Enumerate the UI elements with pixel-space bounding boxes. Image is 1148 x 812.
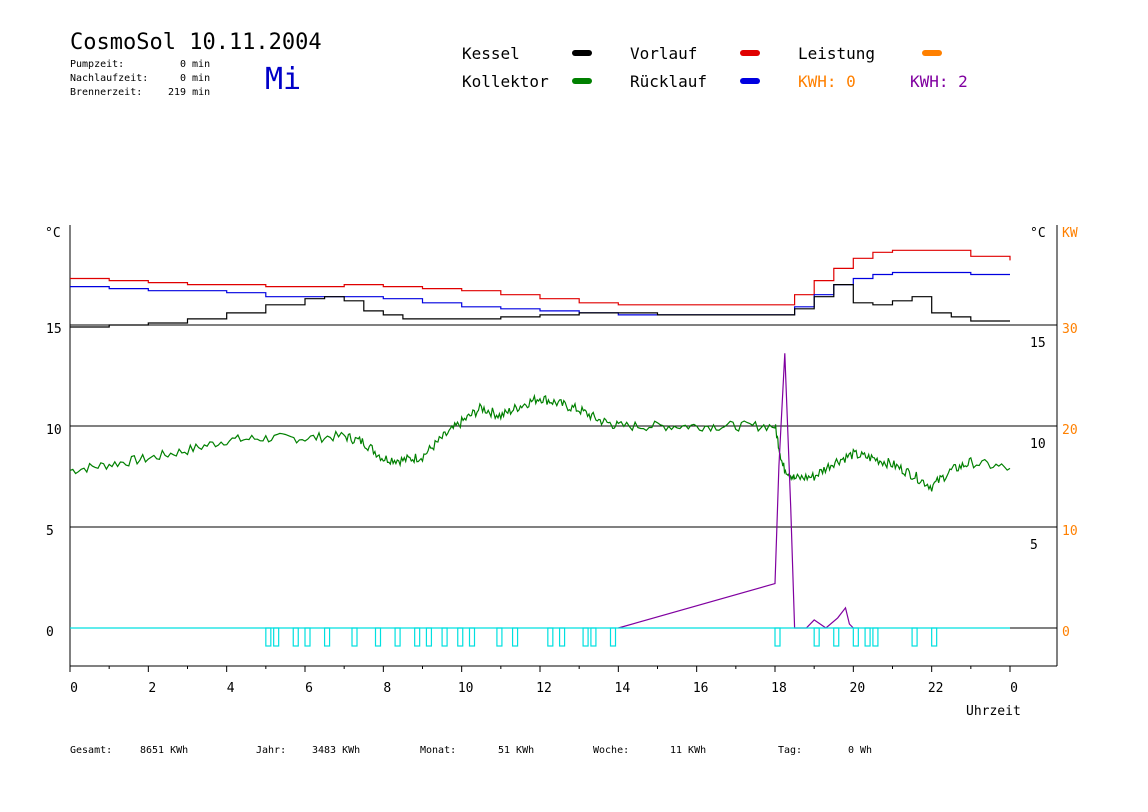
pump-pulse <box>511 627 519 647</box>
pump-pulse <box>273 627 280 647</box>
pump-pulse <box>374 627 382 647</box>
pump-pulse <box>304 627 311 647</box>
pump-pulse <box>394 627 401 647</box>
pump-pulse <box>833 627 840 647</box>
left-axis-unit: °C <box>45 226 61 241</box>
pump-pulse <box>323 627 331 647</box>
right-temp-tick-label: 15 <box>1030 336 1046 351</box>
x-tick-label: 12 <box>536 681 552 696</box>
pump-pulse <box>496 627 503 647</box>
chart-axes <box>69 225 1058 672</box>
x-tick-label: 0 <box>70 681 78 696</box>
pump-pulse <box>441 627 448 647</box>
pump-pulse <box>292 627 299 647</box>
pump-pulses <box>70 627 1010 647</box>
footer-tag-label: Tag: <box>778 745 803 756</box>
x-tick-label: 20 <box>850 681 866 696</box>
power-tick-label: 0 <box>1062 625 1070 640</box>
right-axis-unit: °C <box>1030 226 1046 241</box>
pump-pulse <box>558 627 566 647</box>
x-tick-label: 2 <box>148 681 156 696</box>
x-tick-label: 14 <box>615 681 631 696</box>
left-tick-label: 10 <box>46 423 62 438</box>
series-vorlauf-line <box>70 249 1011 306</box>
pump-pulse <box>582 627 589 647</box>
pump-pulse <box>872 627 879 647</box>
chart-series <box>69 249 1011 647</box>
x-tick-label: 4 <box>227 681 235 696</box>
pump-pulse <box>911 627 918 647</box>
pump-pulse <box>864 627 871 647</box>
footer-tag-value: 0 Wh <box>848 745 873 756</box>
left-tick-label: 0 <box>46 625 54 640</box>
footer-woche-label: Woche: <box>593 745 630 756</box>
pump-pulse <box>414 627 421 647</box>
x-tick-label: 8 <box>383 681 391 696</box>
x-tick-label: 18 <box>771 681 787 696</box>
x-tick-label: 0 <box>1010 681 1018 696</box>
x-axis-label: Uhrzeit <box>966 704 1021 719</box>
pump-pulse <box>931 627 938 647</box>
pump-pulse <box>468 627 476 647</box>
power-tick-label: 20 <box>1062 423 1078 438</box>
x-tick-label: 22 <box>928 681 944 696</box>
x-tick-label: 6 <box>305 681 313 696</box>
footer-monat-label: Monat: <box>420 745 457 756</box>
pump-pulse <box>609 627 617 647</box>
footer-gesamt-value: 8651 KWh <box>140 745 189 756</box>
series-kwh-line <box>618 353 854 629</box>
chart-labels: 0 2 4 6 8 10 12 14 16 18 20 22 0 Uhrzeit °C 15 10 5 0 °C 15 1… <box>45 226 1078 719</box>
pump-pulse <box>813 627 820 647</box>
x-tick-label: 16 <box>693 681 709 696</box>
pump-pulse <box>852 627 859 647</box>
left-tick-label: 5 <box>46 524 54 539</box>
footer-gesamt-label: Gesamt: <box>70 745 113 756</box>
power-axis-unit: KW <box>1062 226 1078 241</box>
pump-pulse <box>265 627 272 647</box>
footer-monat-value: 51 KWh <box>498 745 535 756</box>
pump-pulse <box>590 627 597 647</box>
footer-jahr-label: Jahr: <box>256 745 287 756</box>
right-temp-tick-label: 5 <box>1030 538 1038 553</box>
pump-pulse <box>457 627 464 647</box>
power-tick-label: 30 <box>1062 322 1078 337</box>
power-tick-label: 10 <box>1062 524 1078 539</box>
pump-pulse <box>425 627 433 647</box>
series-kollektor-line <box>69 393 1011 492</box>
pump-pulse <box>547 627 554 647</box>
footer-woche-value: 11 KWh <box>670 745 707 756</box>
temperature-chart: 0 2 4 6 8 10 12 14 16 18 20 22 0 Uhrzeit °C 15 10 5 0 °C 15 1… <box>45 225 1078 719</box>
x-tick-label: 10 <box>458 681 474 696</box>
series-ruecklauf-line <box>70 271 1010 316</box>
left-tick-label: 15 <box>46 322 62 337</box>
pump-pulse <box>351 627 358 647</box>
footer-jahr-value: 3483 KWh <box>312 745 361 756</box>
chart-grid <box>70 324 1057 629</box>
right-temp-tick-label: 10 <box>1030 437 1046 452</box>
pump-pulse <box>774 627 781 647</box>
